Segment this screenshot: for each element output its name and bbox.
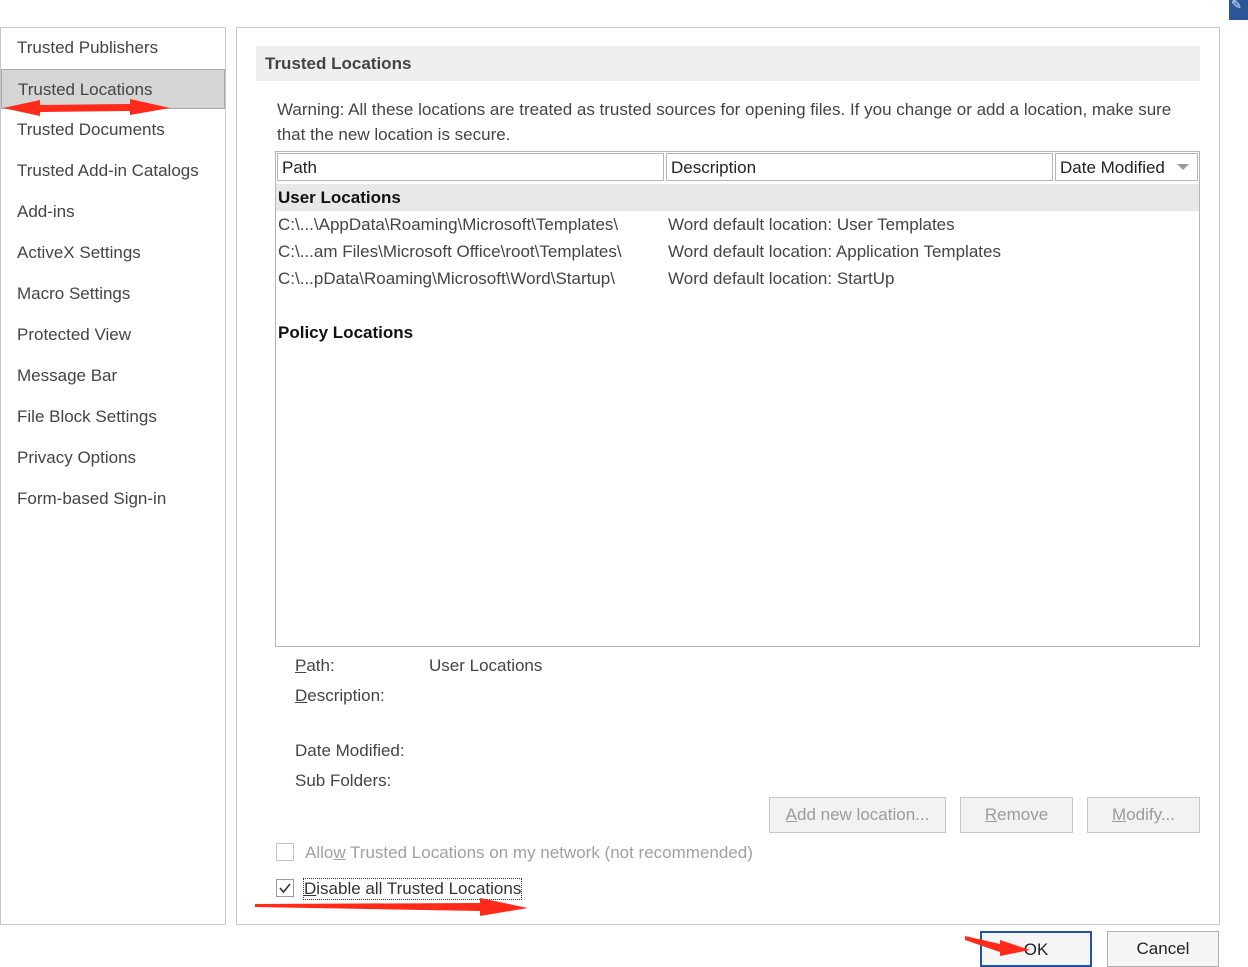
row-description: Word default location: StartUp	[668, 269, 895, 288]
group-header-user-locations[interactable]: User Locations	[276, 184, 1199, 211]
nav-item-trusted-locations[interactable]: Trusted Locations	[1, 69, 225, 109]
background-window-tab: ✎	[1229, 0, 1248, 20]
disable-all-checkbox[interactable]	[276, 879, 294, 897]
nav-item-add-ins[interactable]: Add-ins	[1, 192, 225, 232]
column-header-date-modified[interactable]: Date Modified	[1055, 153, 1198, 181]
path-value: User Locations	[429, 656, 543, 675]
nav-item-form-based-sign-in[interactable]: Form-based Sign-in	[1, 479, 225, 519]
nav-item-protected-view[interactable]: Protected View	[1, 315, 225, 355]
sub-folders-label: Sub Folders:	[295, 771, 392, 790]
sort-chevron-down-icon	[1177, 164, 1189, 170]
nav-item-trusted-add-in-catalogs[interactable]: Trusted Add-in Catalogs	[1, 151, 225, 191]
nav-item-trusted-documents[interactable]: Trusted Documents	[1, 110, 225, 150]
disable-all-label[interactable]: Disable all Trusted Locations	[302, 878, 523, 900]
checkmark-icon	[279, 883, 291, 894]
column-header-path[interactable]: Path	[277, 153, 664, 181]
allow-network-label[interactable]: Allow Trusted Locations on my network (n…	[305, 843, 753, 863]
row-path: C:\...pData\Roaming\Microsoft\Word\Start…	[278, 269, 615, 288]
nav-item-trusted-publishers[interactable]: Trusted Publishers	[1, 28, 225, 68]
pen-icon: ✎	[1231, 0, 1242, 12]
description-label: Description:	[295, 686, 385, 705]
date-modified-label: Date Modified:	[295, 741, 405, 760]
section-title: Trusted Locations	[256, 46, 1200, 81]
path-label: Path:	[295, 656, 335, 675]
row-description: Word default location: Application Templ…	[668, 242, 1001, 261]
row-description: Word default location: User Templates	[668, 215, 955, 234]
warning-text: Warning: All these locations are treated…	[277, 100, 1172, 144]
allow-network-checkbox[interactable]	[276, 843, 294, 861]
nav-item-privacy-options[interactable]: Privacy Options	[1, 438, 225, 478]
nav-item-message-bar[interactable]: Message Bar	[1, 356, 225, 396]
nav-item-file-block-settings[interactable]: File Block Settings	[1, 397, 225, 437]
nav-item-macro-settings[interactable]: Macro Settings	[1, 274, 225, 314]
group-header-policy-locations[interactable]: Policy Locations	[276, 319, 1199, 346]
add-new-location-button[interactable]: Add new location...	[769, 797, 946, 833]
nav-item-activex-settings[interactable]: ActiveX Settings	[1, 233, 225, 273]
column-header-description[interactable]: Description	[666, 153, 1053, 181]
row-path: C:\...\AppData\Roaming\Microsoft\Templat…	[278, 215, 619, 234]
remove-button[interactable]: Remove	[960, 797, 1073, 833]
column-header-date-modified-label: Date Modified	[1060, 158, 1165, 177]
modify-button[interactable]: Modify...	[1087, 797, 1200, 833]
row-path: C:\...am Files\Microsoft Office\root\Tem…	[278, 242, 622, 261]
